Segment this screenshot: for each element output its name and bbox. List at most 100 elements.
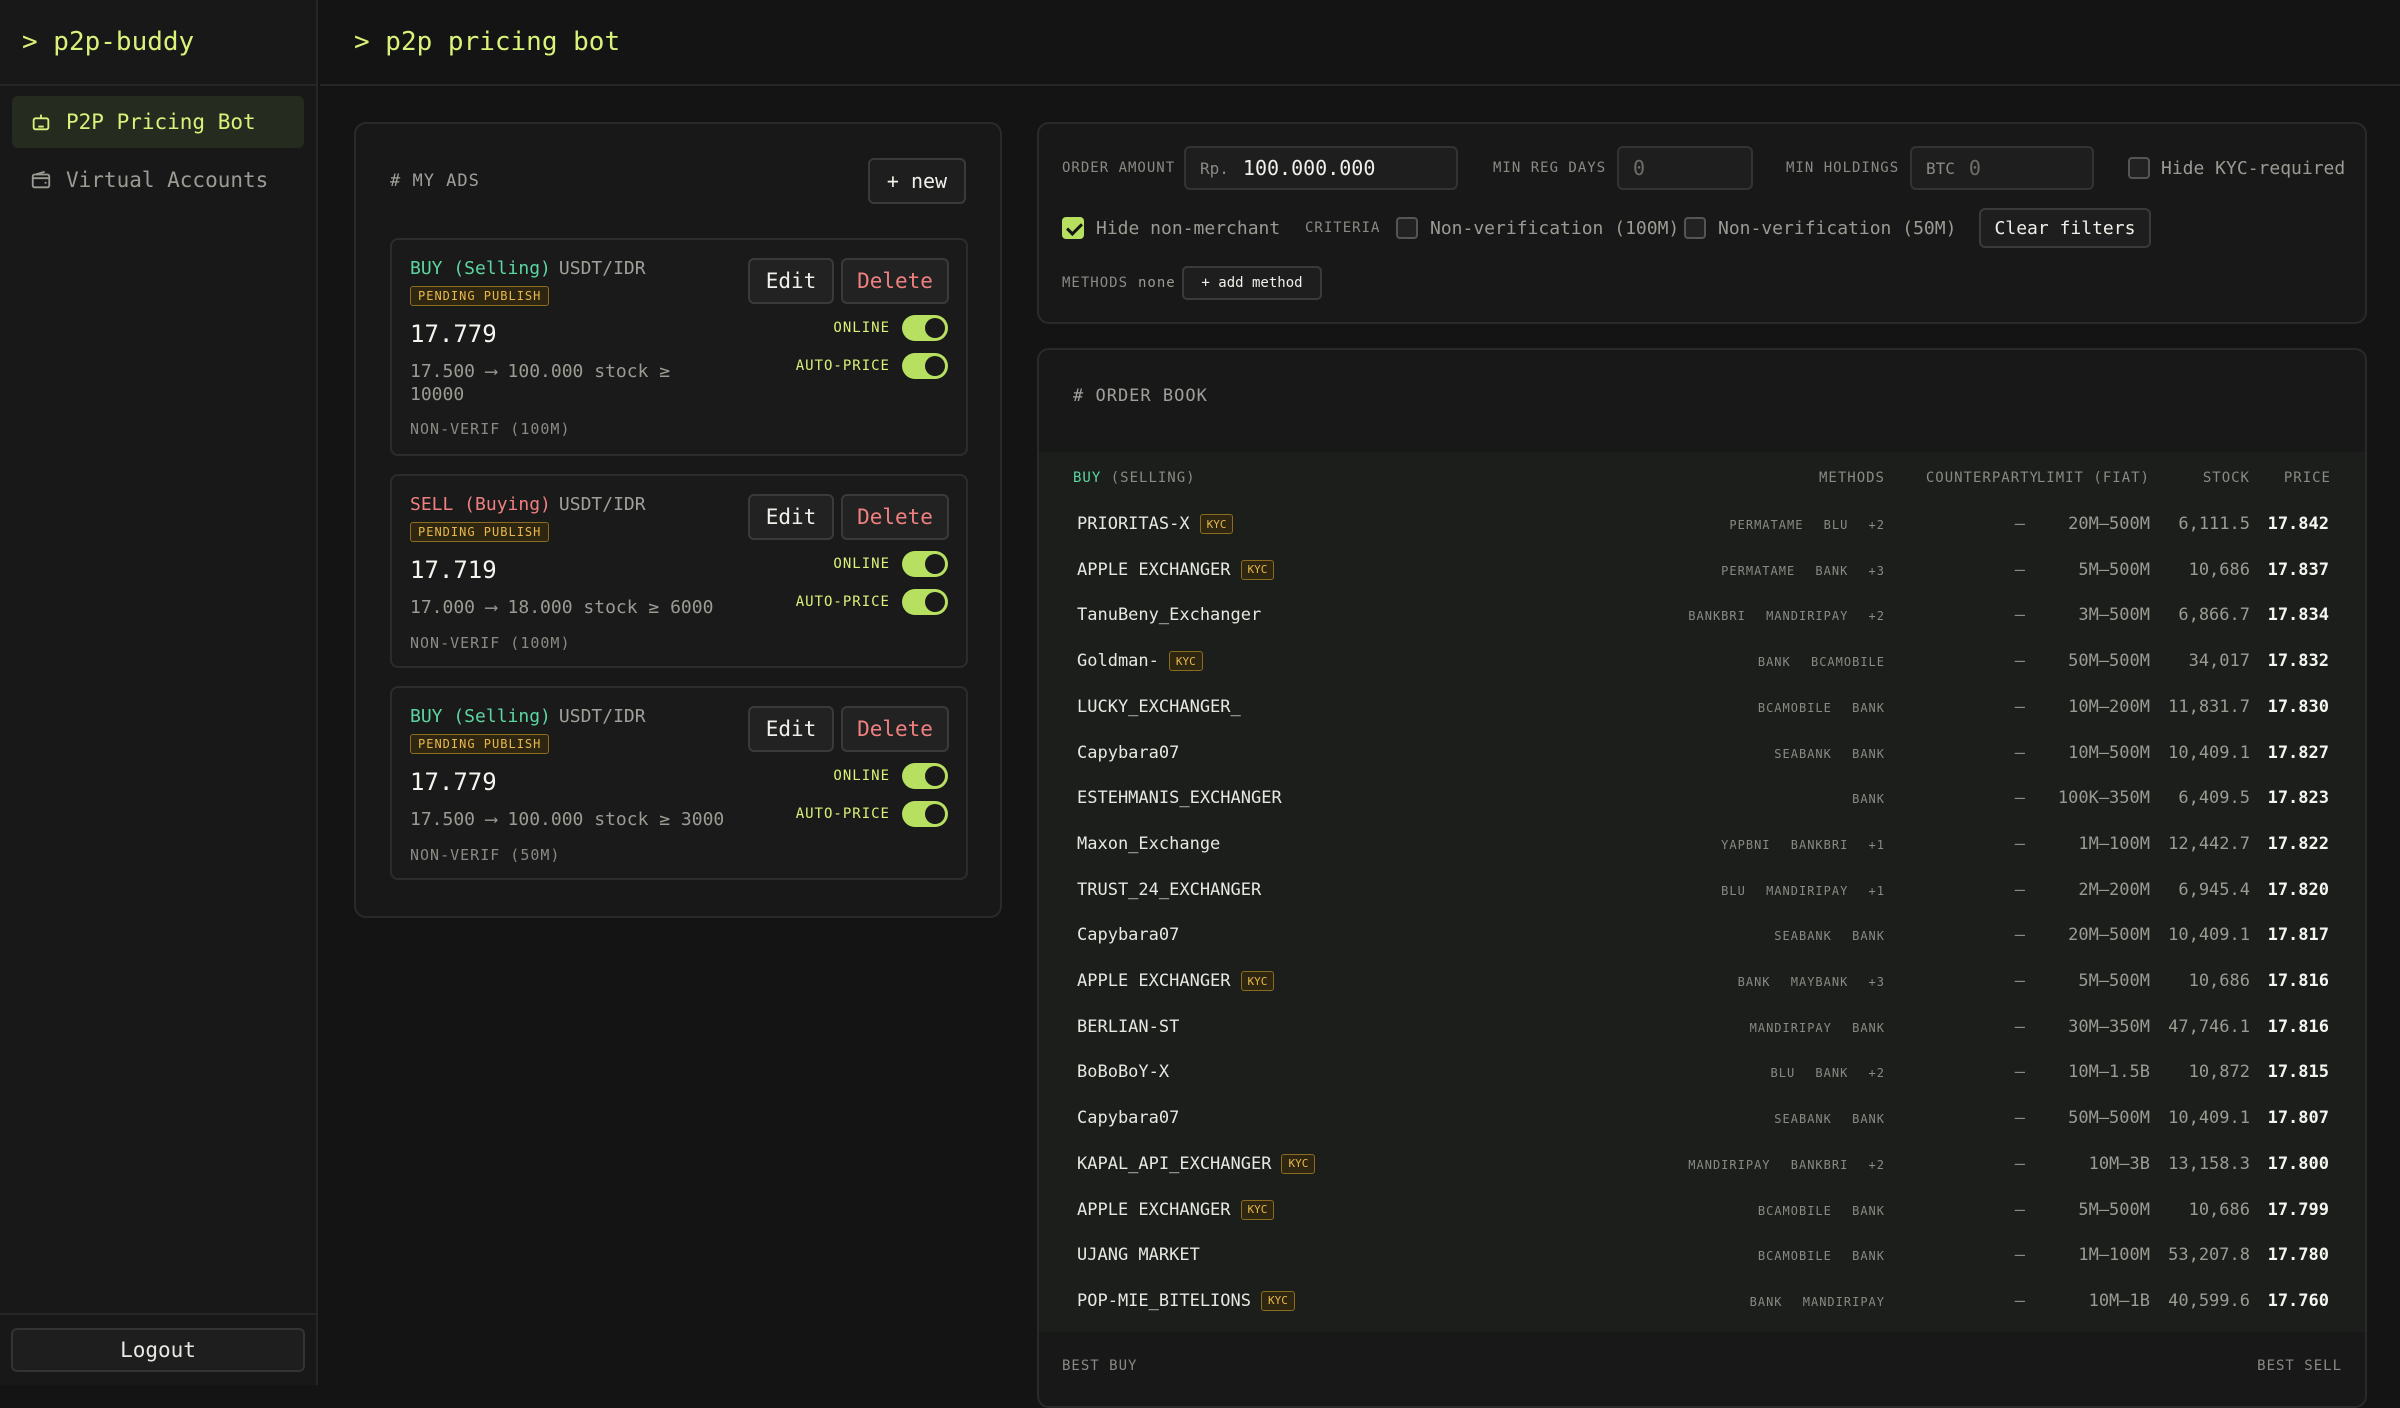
online-toggle[interactable]: [902, 315, 948, 341]
app-brand[interactable]: > p2p-buddy: [0, 0, 316, 86]
hide-kyc-checkbox[interactable]: [2128, 157, 2150, 179]
auto-price-toggle[interactable]: [902, 353, 948, 379]
table-row[interactable]: Capybara07 SEABANK BANK – 50M–500M 10,409.1 1…: [1039, 1096, 2365, 1141]
kyc-badge: KYC: [1281, 1153, 1316, 1174]
ad-price: 17.779: [410, 320, 497, 348]
table-row[interactable]: BoBoBoY-X BLU BANK +2 – 10M–1.5B 10,872 17.81…: [1039, 1050, 2365, 1095]
kyc-badge: KYC: [1240, 559, 1275, 580]
trader-name: KAPAL_API_EXCHANGER: [1077, 1153, 1272, 1174]
price-value: 17.815: [2267, 1062, 2329, 1083]
payment-methods: BANK: [1852, 792, 1885, 807]
hide-nonmerchant-checkbox[interactable]: [1062, 217, 1084, 239]
limit-value: 5M–500M: [2078, 559, 2150, 580]
bot-icon: [32, 114, 50, 131]
counterparty-value: –: [2014, 1199, 2025, 1220]
col-counterparty[interactable]: COUNTERPARTY: [1926, 470, 2039, 486]
auto-price-toggle[interactable]: [902, 801, 948, 827]
table-row[interactable]: PRIORITAS-X KYC PERMATAME BLU +2 – 20M–500M 6…: [1039, 502, 2365, 547]
add-method-button[interactable]: + add method: [1182, 266, 1322, 300]
limit-value: 30M–350M: [2068, 1016, 2150, 1037]
counterparty-value: –: [2014, 559, 2025, 580]
col-price[interactable]: PRICE: [2284, 470, 2331, 486]
criteria-nonverif-100m-checkbox[interactable]: [1396, 217, 1418, 239]
kyc-badge: KYC: [1168, 651, 1203, 672]
ad-side-label: BUY (Selling): [410, 706, 551, 727]
table-row[interactable]: UJANG MARKET BCAMOBILE BANK – 1M–100M 53,207…: [1039, 1233, 2365, 1278]
col-methods[interactable]: METHODS: [1819, 470, 1885, 486]
stock-value: 6,945.4: [2178, 879, 2250, 900]
edit-button[interactable]: Edit: [748, 258, 834, 304]
limit-value: 3M–500M: [2078, 605, 2150, 626]
order-amount-input[interactable]: Rp. 100.000.000: [1184, 146, 1458, 190]
limit-value: 1M–100M: [2078, 833, 2150, 854]
table-row[interactable]: Goldman- KYC BANK BCAMOBILE – 50M–500M 34,017…: [1039, 639, 2365, 684]
sidebar-item-p2p-pricing-bot[interactable]: P2P Pricing Bot: [12, 96, 304, 148]
counterparty-value: –: [2014, 696, 2025, 717]
counterparty-name: POP-MIE_BITELIONS KYC: [1077, 1290, 1295, 1311]
ad-pair: USDT/IDR: [558, 258, 646, 279]
logout-button[interactable]: Logout: [11, 1328, 305, 1372]
table-row[interactable]: Maxon_Exchange YAPBNI BANKBRI +1 – 1M–100M 1…: [1039, 822, 2365, 867]
table-row[interactable]: BERLIAN-ST MANDIRIPAY BANK – 30M–350M 47,746…: [1039, 1005, 2365, 1050]
table-row[interactable]: APPLE EXCHANGER KYC BCAMOBILE BANK – 5M–500M…: [1039, 1188, 2365, 1233]
online-toggle[interactable]: [902, 551, 948, 577]
trader-name: PRIORITAS-X: [1077, 514, 1190, 534]
stock-value: 13,158.3: [2168, 1153, 2250, 1174]
price-value: 17.807: [2267, 1108, 2329, 1129]
counterparty-name: APPLE EXCHANGER KYC: [1077, 971, 1275, 991]
sidebar-item-virtual-accounts[interactable]: Virtual Accounts: [12, 154, 304, 206]
status-badge: PENDING PUBLISH: [410, 286, 550, 306]
auto-price-toggle[interactable]: [902, 589, 948, 615]
table-row[interactable]: TRUST_24_EXCHANGER BLU MANDIRIPAY +1 – 2M–2…: [1039, 868, 2365, 913]
payment-methods: BLU BANK +2: [1770, 1066, 1885, 1081]
col-limit[interactable]: LIMIT (FIAT): [2037, 470, 2150, 486]
order-amount-prefix: Rp.: [1200, 158, 1229, 178]
delete-button[interactable]: Delete: [841, 258, 949, 304]
counterparty-name: BERLIAN-ST: [1077, 1017, 1179, 1037]
stock-value: 11,831.7: [2168, 696, 2250, 717]
stock-value: 10,686: [2188, 559, 2250, 580]
counterparty-value: –: [2014, 742, 2025, 763]
table-row[interactable]: LUCKY_EXCHANGER_ BCAMOBILE BANK – 10M–200M 1…: [1039, 685, 2365, 730]
ad-card: BUY (Selling) USDT/IDR PENDING PUBLISH 17…: [390, 238, 968, 456]
stock-value: 10,686: [2188, 1199, 2250, 1220]
counterparty-value: –: [2014, 1108, 2025, 1129]
table-row[interactable]: TanuBeny_Exchanger BANKBRI MANDIRIPAY +2 –…: [1039, 593, 2365, 638]
payment-methods: MANDIRIPAY BANKBRI +2: [1688, 1157, 1885, 1172]
ad-side: BUY (Selling) USDT/IDR: [410, 706, 646, 727]
hide-kyc-label: Hide KYC-required: [2161, 158, 2346, 179]
table-row[interactable]: APPLE EXCHANGER KYC BANK MAYBANK +3 – 5M–500…: [1039, 959, 2365, 1004]
payment-methods: SEABANK BANK: [1774, 746, 1885, 761]
trader-name: Capybara07: [1077, 925, 1180, 946]
payment-methods: MANDIRIPAY BANK: [1749, 1020, 1885, 1035]
payment-methods: BANK BCAMOBILE: [1757, 655, 1885, 670]
table-row[interactable]: Capybara07 SEABANK BANK – 20M–500M 10,409.1 1…: [1039, 913, 2365, 958]
new-ad-button[interactable]: + new: [868, 158, 966, 204]
price-value: 17.823: [2267, 788, 2329, 809]
methods-label: METHODS: [1062, 275, 1129, 291]
trader-name: ESTEHMANIS_EXCHANGER: [1077, 788, 1282, 809]
side-header: BUY (SELLING): [1073, 470, 1196, 486]
edit-button[interactable]: Edit: [748, 494, 834, 540]
edit-button[interactable]: Edit: [748, 706, 834, 752]
ad-range: 17.500 ⟶ 100.000 stock ≥ 3000: [410, 809, 725, 830]
delete-button[interactable]: Delete: [841, 494, 949, 540]
wallet-icon: [31, 170, 51, 189]
table-row[interactable]: APPLE EXCHANGER KYC PERMATAME BANK +3 – 5M–5…: [1039, 548, 2365, 593]
min-holdings-input[interactable]: BTC 0: [1910, 146, 2094, 190]
stock-value: 6,111.5: [2178, 514, 2250, 534]
table-row[interactable]: Capybara07 SEABANK BANK – 10M–500M 10,409.1 1…: [1039, 731, 2365, 776]
payment-methods: BLU MANDIRIPAY +1: [1721, 883, 1885, 898]
criteria-nonverif-50m-checkbox[interactable]: [1684, 217, 1706, 239]
col-stock[interactable]: STOCK: [2203, 470, 2250, 486]
table-row[interactable]: POP-MIE_BITELIONS KYC BANK MANDIRIPAY – 10M–…: [1039, 1279, 2365, 1324]
trader-name: LUCKY_EXCHANGER_: [1077, 696, 1241, 717]
clear-filters-button[interactable]: Clear filters: [1979, 208, 2151, 248]
online-toggle[interactable]: [902, 763, 948, 789]
table-row[interactable]: KAPAL_API_EXCHANGER KYC MANDIRIPAY BANKBRI…: [1039, 1142, 2365, 1187]
delete-button[interactable]: Delete: [841, 706, 949, 752]
min-reg-days-input[interactable]: 0: [1617, 146, 1753, 190]
table-row[interactable]: ESTEHMANIS_EXCHANGER BANK – 100K–350M 6,409.…: [1039, 776, 2365, 821]
min-reg-days-label: MIN REG DAYS: [1493, 160, 1607, 176]
methods-value: none: [1138, 275, 1176, 291]
